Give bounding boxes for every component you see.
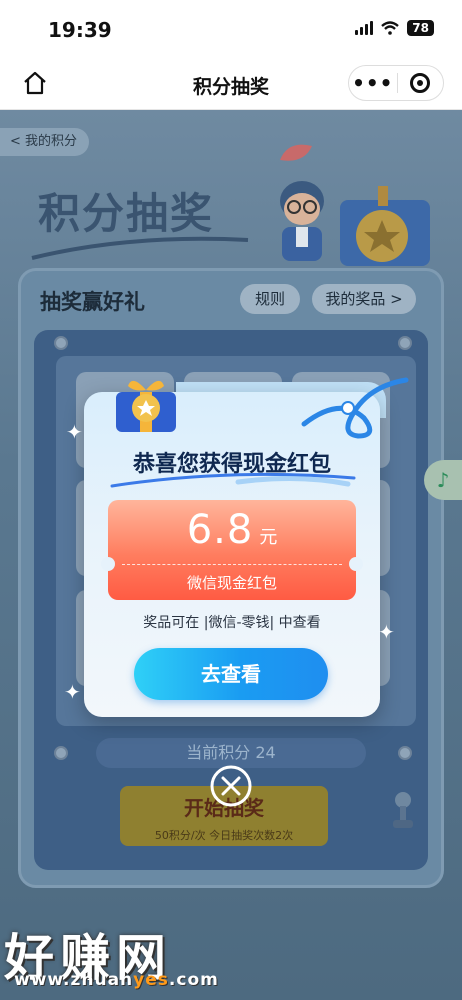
view-reward-button[interactable]: 去查看 [134,648,328,700]
sparkle-icon: ✦ [66,420,83,444]
wifi-icon [381,21,400,35]
hero-swoosh-decoration [31,236,249,260]
watermark-url-suffix: .com [168,970,219,990]
panel-title: 抽奖赢好礼 [40,290,145,314]
watermark-url-accent: yes [133,970,169,990]
title-underline-decoration [110,472,356,488]
status-time: 19:39 [48,18,112,42]
exit-button[interactable] [397,73,443,93]
rules-button[interactable]: 规则 [240,284,300,314]
screw-decoration [54,746,68,760]
status-icons: 78 [355,20,434,36]
sparkle-icon: ✦ [378,620,395,644]
status-bar: 19:39 78 [0,0,462,58]
back-to-my-points[interactable]: < 我的积分 [0,128,90,156]
target-icon [410,73,431,93]
gift-box-illustration [340,186,430,266]
screw-decoration [398,746,412,760]
amount-unit: 元 [259,527,278,548]
battery-indicator: 78 [407,20,434,36]
ticket-notch [349,557,363,571]
points-value: 24 [255,743,276,762]
music-note-icon[interactable]: ♪ [424,460,462,500]
reward-type: 微信现金红包 [186,574,277,592]
reward-amount: 6.8 元 [108,507,356,553]
start-sub-label: 50积分/次 今日抽奖次数2次 [154,829,294,842]
ticket-divider [122,564,342,565]
watermark-url-prefix: www.zhuan [14,970,134,990]
more-icon[interactable]: ••• [349,71,397,95]
mini-program-capsule: ••• [348,65,444,101]
points-label: 当前积分 [186,743,251,762]
petal-decoration [280,144,312,161]
nav-bar: 积分抽奖 ••• [0,58,462,110]
gift-icon [116,380,176,432]
my-prizes-button[interactable]: 我的奖品 > [312,284,416,314]
close-modal-icon[interactable] [209,764,253,808]
ticket-notch [101,557,115,571]
amount-value: 6.8 [186,507,254,553]
sparkle-icon: ✦ [64,680,81,704]
reward-note: 奖品可在 |微信-零钱| 中查看 [143,615,321,631]
signal-icon [355,21,374,35]
screw-decoration [54,336,68,350]
joystick-icon [393,792,413,828]
watermark-url: www.zhuanyes.com [14,970,219,990]
ribbon-decoration [301,377,409,439]
screw-decoration [398,336,412,350]
